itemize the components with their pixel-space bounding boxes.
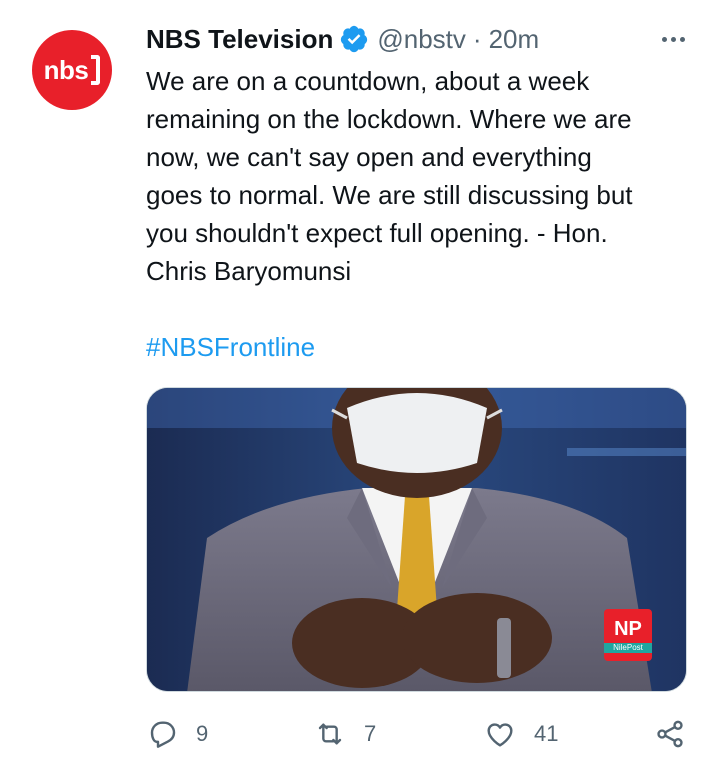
tweet-header: NBS Television @nbstv · 20m [146, 20, 690, 58]
tweet-text: We are on a countdown, about a week rema… [146, 66, 633, 286]
retweet-icon [318, 723, 342, 745]
like-count: 41 [534, 721, 559, 746]
timestamp[interactable]: 20m [489, 20, 540, 58]
share-icon [657, 720, 683, 748]
separator-dot: · [472, 24, 482, 54]
display-name[interactable]: NBS Television [146, 20, 333, 58]
avatar[interactable]: nbs [32, 30, 112, 110]
like-button[interactable]: 41 [484, 712, 558, 756]
retweet-count: 7 [364, 721, 377, 746]
tweet-actions: 9 7 41 [146, 712, 691, 756]
reply-icon [150, 721, 176, 748]
more-options-icon[interactable] [656, 26, 690, 52]
heart-icon [487, 723, 513, 747]
hashtag-link[interactable]: #NBSFrontline [146, 328, 315, 366]
tweet-media-image[interactable]: NP NilePost [146, 387, 687, 692]
reply-count: 9 [196, 721, 209, 746]
reply-button[interactable]: 9 [146, 712, 208, 756]
nilepost-watermark: NP NilePost [604, 609, 652, 661]
retweet-button[interactable]: 7 [314, 712, 376, 756]
verified-badge-icon [339, 24, 369, 54]
share-button[interactable] [654, 712, 686, 756]
user-handle[interactable]: @nbstv [377, 20, 466, 58]
nbs-logo: nbs [44, 55, 101, 86]
